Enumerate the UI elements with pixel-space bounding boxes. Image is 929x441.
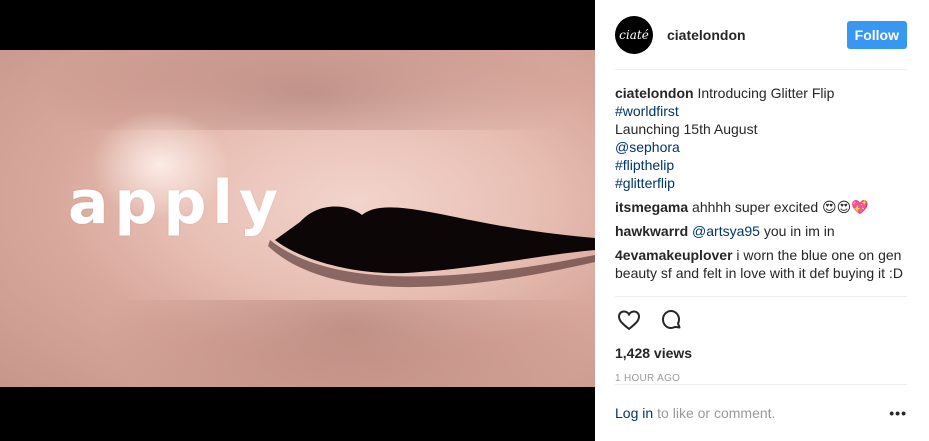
comment-username[interactable]: hawkwarrd <box>615 223 688 239</box>
login-link[interactable]: Log in <box>615 405 653 421</box>
view-count: 1,428 views <box>615 345 693 361</box>
video-frame[interactable]: apply <box>0 50 595 387</box>
post-sidebar: ciaté ciatelondon Follow ciatelondon Int… <box>595 0 929 441</box>
hashtag-link[interactable]: #flipthelip <box>615 156 907 174</box>
follow-button[interactable]: Follow <box>846 20 907 49</box>
mention-link[interactable]: @artsya95 <box>692 223 760 239</box>
caption-username[interactable]: ciatelondon <box>615 85 694 101</box>
more-options-button[interactable]: ••• <box>889 405 907 421</box>
hashtag-link[interactable]: #glitterflip <box>615 174 907 192</box>
login-prompt: to like or comment. <box>657 405 776 421</box>
header-username[interactable]: ciatelondon <box>667 27 847 43</box>
video-overlay-text: apply <box>68 168 285 238</box>
comment: hawkwarrd @artsya95 you in im in <box>615 222 907 240</box>
caption-line: Introducing Glitter Flip <box>697 85 835 101</box>
mention-link[interactable]: @sephora <box>615 138 907 156</box>
comment-username[interactable]: 4evamakeuplover <box>615 247 733 263</box>
comment-username[interactable]: itsmegama <box>615 199 688 215</box>
comment-bubble-icon[interactable] <box>657 306 685 334</box>
action-bar <box>615 296 907 337</box>
comment-text: you in im in <box>763 223 835 239</box>
caption: ciatelondon Introducing Glitter Flip #wo… <box>615 84 907 192</box>
comment: itsmegama ahhhh super excited 😍😍💖 <box>615 198 907 216</box>
caption-line: Launching 15th August <box>615 121 758 137</box>
login-footer: Log in to like or comment. ••• <box>615 384 907 441</box>
avatar-logo-text: ciaté <box>619 27 649 42</box>
comments-section: ciatelondon Introducing Glitter Flip #wo… <box>595 70 929 288</box>
post-timestamp[interactable]: 1 HOUR AGO <box>615 373 907 384</box>
comment: 4evamakeuplover i worn the blue one on g… <box>615 246 907 282</box>
avatar[interactable]: ciaté <box>615 15 653 54</box>
comment-text: ahhhh super excited 😍😍💖 <box>692 199 869 215</box>
hashtag-link[interactable]: #worldfirst <box>615 102 907 120</box>
instagram-post: apply ciaté ciatelondon Follow ciatelond… <box>0 0 929 441</box>
heart-icon[interactable] <box>615 306 643 334</box>
post-header: ciaté ciatelondon Follow <box>615 0 907 70</box>
video-player[interactable]: apply <box>0 0 595 441</box>
